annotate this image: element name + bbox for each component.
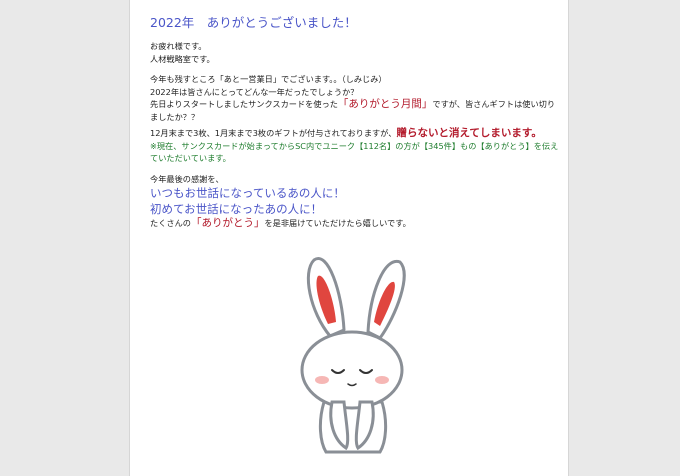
thanks-month-highlight: 「ありがとう月間」 [337, 98, 433, 110]
intro-line: 2022年は皆さんにとってどんな一年だったでしょうか？ [150, 86, 359, 97]
stats-note: ※現在、サンクスカードが始まってからSC内でユニーク【112名】の方が【345件… [150, 140, 559, 164]
page-title: 2022年 ありがとうございました！ [150, 15, 357, 30]
thanks-card-paragraph: 先日よりスタートしましたサンクスカードを使った「ありがとう月間」ですが、皆さんギ… [150, 98, 556, 122]
closing-line: 今年最後の感謝を、 [150, 173, 224, 184]
gift-paragraph: 12月末まで3枚、1月末まで3枚のギフトが付与されておりますが、贈らないと消えて… [150, 127, 542, 139]
closing-emphasis: 初めてお世話になったあの人に！ [150, 202, 323, 216]
message-content: 2022年 ありがとうございました！ お疲れ様です。 人材戦略室です。 今年も残… [150, 14, 560, 230]
intro-line: 今年も残すところ「あと一営業日」でございます。。（しみじみ） [150, 74, 387, 84]
greeting-line: お疲れ様です。 [150, 41, 207, 51]
closing-emphasis: いつもお世話になっているあの人に！ [150, 186, 345, 200]
gift-warning-highlight: 贈らないと消えてしまいます。 [396, 127, 542, 139]
bowing-rabbit-illustration [300, 257, 406, 454]
email-body: 2022年 ありがとうございました！ お疲れ様です。 人材戦略室です。 今年も残… [129, 0, 569, 476]
arigatou-highlight: 「ありがとう」 [190, 217, 265, 229]
closing-final: たくさんの「ありがとう」を是非届けていただけたら嬉しいです。 [150, 217, 411, 229]
greeting-line: 人材戦略室です。 [150, 53, 215, 64]
